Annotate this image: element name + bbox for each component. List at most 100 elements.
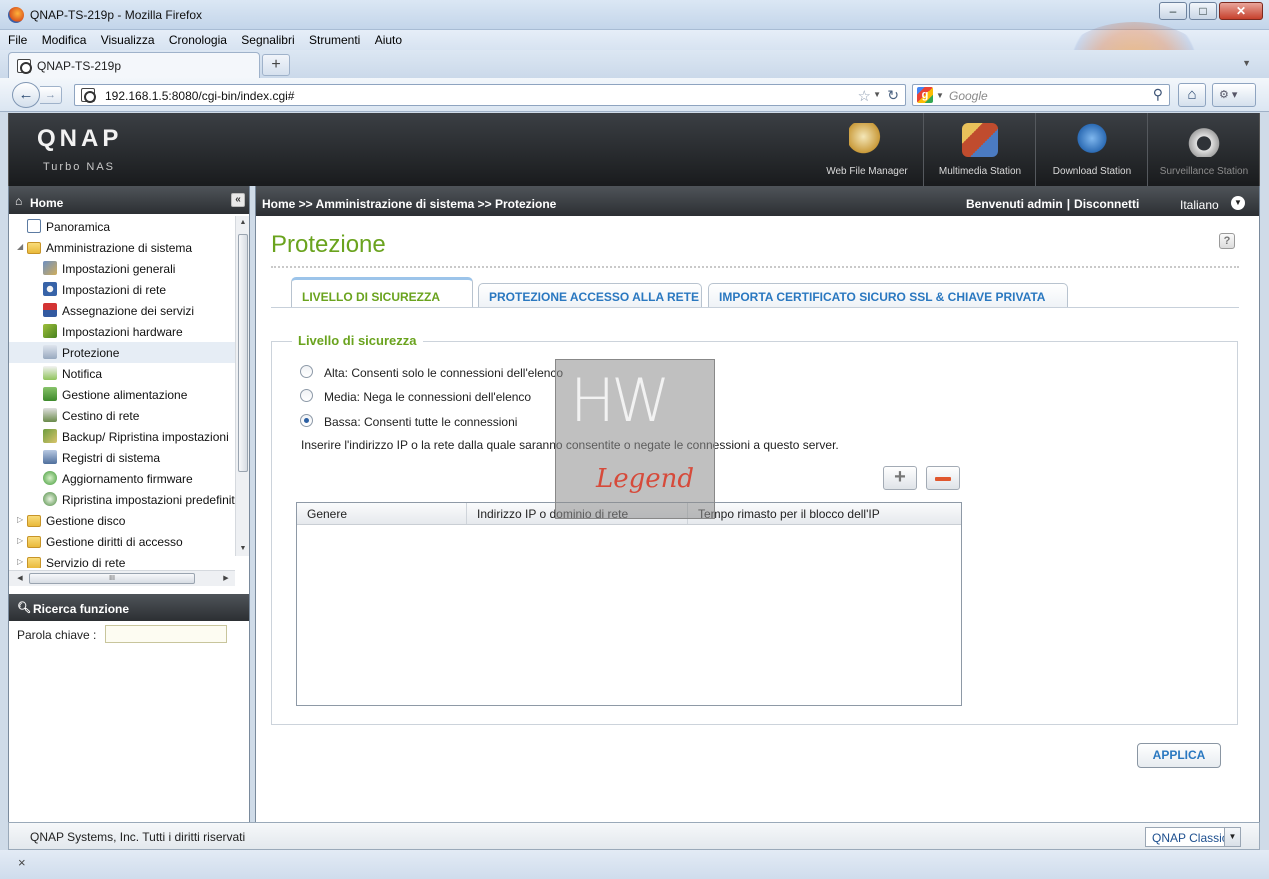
- tree-item-label: Cestino di rete: [62, 409, 140, 423]
- url-bar[interactable]: 192.168.1.5:8080/cgi-bin/index.cgi# ☆ ▼ …: [74, 84, 906, 106]
- radio-label[interactable]: Bassa: Consenti tutte le connessioni: [324, 415, 517, 429]
- menu-visualizza[interactable]: Visualizza: [95, 30, 160, 47]
- tree-item-ripristina-predefinite[interactable]: Ripristina impostazioni predefinite: [9, 489, 235, 510]
- tree-item-gestione-diritti[interactable]: ▷ Gestione diritti di accesso: [9, 531, 235, 552]
- backup-icon: [43, 429, 57, 443]
- tab-list-arrow-icon[interactable]: ▼: [1242, 58, 1251, 68]
- tree-item-label: Notifica: [62, 367, 103, 381]
- close-window-button[interactable]: ✕: [1219, 2, 1263, 20]
- tree-item-impostazioni-di-rete[interactable]: Impostazioni di rete: [9, 279, 235, 300]
- url-text[interactable]: 192.168.1.5:8080/cgi-bin/index.cgi#: [105, 89, 294, 103]
- radio-button-checked[interactable]: [300, 414, 313, 427]
- radio-label[interactable]: Media: Nega le connessioni dell'elenco: [324, 390, 531, 404]
- function-search-header: 🔍︎ Ricerca funzione: [9, 594, 249, 621]
- breadcrumb[interactable]: Home >> Amministrazione di sistema >> Pr…: [262, 197, 556, 211]
- home-button[interactable]: ⌂: [1178, 83, 1206, 107]
- tree-horizontal-scrollbar[interactable]: ◀ III ▶: [9, 570, 235, 586]
- column-header-genere[interactable]: Genere: [297, 503, 467, 524]
- qnap-logo: QNAP: [37, 125, 123, 152]
- addon-button[interactable]: ⚙ ▾: [1212, 83, 1256, 107]
- title-divider: [271, 266, 1239, 268]
- chevron-down-icon[interactable]: ▼: [1224, 828, 1240, 846]
- download-station-button[interactable]: Download Station: [1035, 113, 1147, 186]
- expand-arrow-icon[interactable]: ▷: [17, 536, 23, 545]
- tree-item-gestione-alimentazione[interactable]: Gestione alimentazione: [9, 384, 235, 405]
- logout-link[interactable]: Disconnetti: [1074, 197, 1139, 211]
- scroll-left-arrow-icon[interactable]: ◀: [13, 571, 27, 586]
- tree-item-protezione[interactable]: Protezione: [9, 342, 235, 363]
- tab-importa-certificato-ssl[interactable]: IMPORTA CERTIFICATO SICURO SSL & CHIAVE …: [708, 283, 1068, 308]
- url-history-dropdown-icon[interactable]: ▼: [873, 90, 881, 99]
- tree-item-cestino-di-rete[interactable]: Cestino di rete: [9, 405, 235, 426]
- scroll-up-arrow-icon[interactable]: ▲: [236, 216, 250, 230]
- tree-item-servizio-di-rete[interactable]: ▷ Servizio di rete: [9, 552, 235, 568]
- scroll-right-arrow-icon[interactable]: ▶: [219, 571, 233, 586]
- chevron-down-icon[interactable]: ▼: [1231, 196, 1245, 210]
- tab-livello-di-sicurezza[interactable]: LIVELLO DI SICUREZZA: [291, 277, 473, 308]
- tree-item-assegnazione-dei-servizi[interactable]: Assegnazione dei servizi: [9, 300, 235, 321]
- site-identity-icon[interactable]: [81, 88, 96, 103]
- tree-vertical-scrollbar[interactable]: ▲ ▼: [235, 216, 249, 556]
- tree-item-backup-ripristina[interactable]: Backup/ Ripristina impostazioni: [9, 426, 235, 447]
- maximize-button[interactable]: □: [1189, 2, 1217, 20]
- bookmark-star-icon[interactable]: ☆: [858, 87, 871, 105]
- keyword-input[interactable]: [105, 625, 227, 643]
- minimize-button[interactable]: –: [1159, 2, 1187, 20]
- radio-button[interactable]: [300, 389, 313, 402]
- theme-select[interactable]: QNAP Classic ▼: [1145, 827, 1241, 847]
- theme-select-value[interactable]: QNAP Classic: [1152, 831, 1228, 845]
- collapse-arrow-icon[interactable]: ◢: [17, 242, 23, 251]
- copyright-text: QNAP Systems, Inc. Tutti i diritti riser…: [30, 830, 246, 844]
- menu-file[interactable]: File: [0, 30, 32, 47]
- search-bar[interactable]: g ▼ Google ⚲: [912, 84, 1170, 106]
- general-settings-icon: [43, 261, 57, 275]
- expand-arrow-icon[interactable]: ▷: [17, 515, 23, 524]
- multimedia-station-button[interactable]: Multimedia Station: [923, 113, 1035, 186]
- radio-button[interactable]: [300, 365, 313, 378]
- expand-arrow-icon[interactable]: ▷: [17, 557, 23, 566]
- browser-tab[interactable]: QNAP-TS-219p: [8, 52, 260, 78]
- surveillance-station-button[interactable]: Surveillance Station: [1147, 113, 1259, 186]
- column-header-tempo-rimasto[interactable]: Tempo rimasto per il blocco dell'IP: [688, 503, 961, 524]
- menu-aiuto[interactable]: Aiuto: [369, 30, 407, 47]
- apply-button[interactable]: APPLICA: [1137, 743, 1221, 768]
- back-button[interactable]: ←: [12, 82, 40, 108]
- search-engine-dropdown-icon[interactable]: ▼: [936, 91, 944, 100]
- search-icon[interactable]: ⚲: [1153, 86, 1163, 103]
- browser-tab-label: QNAP-TS-219p: [37, 59, 122, 73]
- language-selector[interactable]: Italiano: [1180, 198, 1219, 212]
- scroll-down-arrow-icon[interactable]: ▼: [236, 542, 250, 556]
- search-placeholder[interactable]: Google: [949, 89, 988, 103]
- sidebar-title[interactable]: Home: [30, 196, 63, 210]
- tab-protezione-accesso-rete[interactable]: PROTEZIONE ACCESSO ALLA RETE: [478, 283, 702, 308]
- tree-item-notifica[interactable]: Notifica: [9, 363, 235, 384]
- google-engine-icon[interactable]: g: [917, 87, 933, 103]
- tree-item-panoramica[interactable]: Panoramica: [9, 216, 235, 237]
- remove-entry-button[interactable]: [926, 466, 960, 490]
- radio-label[interactable]: Alta: Consenti solo le connessioni dell'…: [324, 366, 563, 380]
- reload-icon[interactable]: ↻: [887, 87, 899, 104]
- new-tab-button[interactable]: +: [262, 54, 290, 76]
- collapse-panel-button[interactable]: «: [231, 193, 245, 207]
- menu-modifica[interactable]: Modifica: [36, 30, 92, 47]
- scrollbar-thumb[interactable]: III: [29, 573, 195, 584]
- scrollbar-thumb[interactable]: [238, 234, 248, 472]
- menu-strumenti[interactable]: Strumenti: [303, 30, 365, 47]
- browser-tab-bar: QNAP-TS-219p + ▼: [0, 50, 1269, 78]
- forward-button[interactable]: →: [40, 86, 62, 104]
- tree-item-impostazioni-generali[interactable]: Impostazioni generali: [9, 258, 235, 279]
- tree-item-gestione-disco[interactable]: ▷ Gestione disco: [9, 510, 235, 531]
- tabs-divider: [271, 307, 1239, 308]
- tree-item-aggiornamento-firmware[interactable]: Aggiornamento firmware: [9, 468, 235, 489]
- tree-item-impostazioni-hardware[interactable]: Impostazioni hardware: [9, 321, 235, 342]
- menu-segnalibri[interactable]: Segnalibri: [235, 30, 299, 47]
- tree-item-registri-di-sistema[interactable]: Registri di sistema: [9, 447, 235, 468]
- service-binding-icon: [43, 303, 57, 317]
- add-entry-button[interactable]: +: [883, 466, 917, 490]
- menu-cronologia[interactable]: Cronologia: [163, 30, 232, 47]
- close-findbar-icon[interactable]: ×: [18, 855, 26, 870]
- help-icon[interactable]: ?: [1219, 233, 1235, 249]
- web-file-manager-button[interactable]: Web File Manager: [811, 113, 923, 186]
- tree-item-amministrazione-di-sistema[interactable]: ◢ Amministrazione di sistema: [9, 237, 235, 258]
- window-controls: – □ ✕: [1159, 2, 1263, 20]
